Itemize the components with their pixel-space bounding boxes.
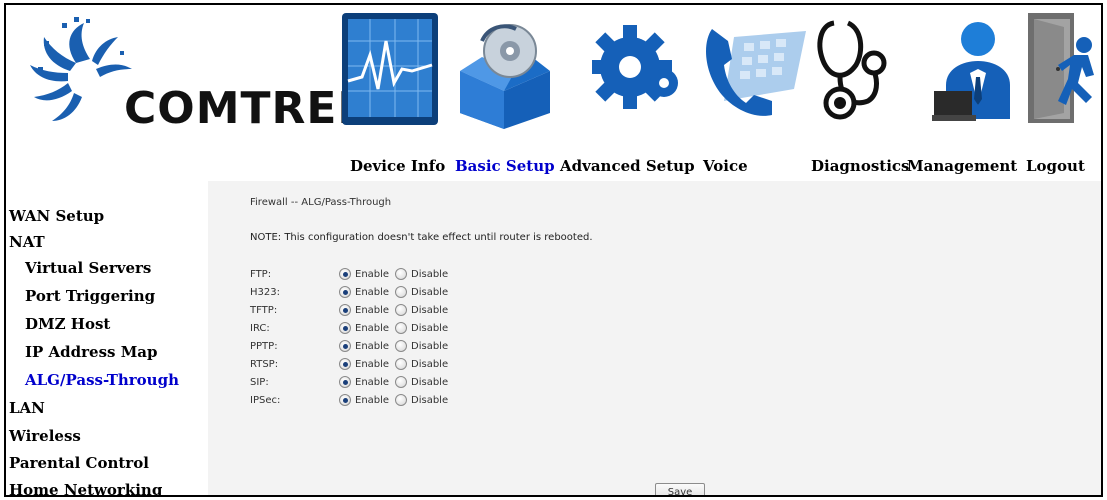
alg-row: IPSec: Enable Disable (250, 394, 650, 408)
disable-label: Disable (411, 395, 449, 406)
sidebar-item-dmz-host[interactable]: DMZ Host (25, 315, 110, 333)
disable-label: Disable (411, 377, 449, 388)
enable-radio[interactable] (339, 304, 351, 316)
enable-label: Enable (355, 359, 390, 370)
nav-logout[interactable]: Logout (1026, 157, 1085, 175)
logout-icon[interactable] (1024, 9, 1098, 127)
alg-row: H323: Enable Disable (250, 286, 650, 300)
reboot-note: NOTE: This configuration doesn't take ef… (250, 232, 593, 243)
alg-row: RTSP: Enable Disable (250, 358, 650, 372)
nav-advanced-setup[interactable]: Advanced Setup (560, 157, 695, 175)
device-info-icon[interactable] (340, 11, 442, 131)
sidebar-item-alg-pass-through[interactable]: ALG/Pass-Through (25, 371, 179, 389)
content-area: Firewall -- ALG/Pass-Through NOTE: This … (208, 181, 1101, 495)
enable-label: Enable (355, 341, 390, 352)
enable-label: Enable (355, 305, 390, 316)
enable-label: Enable (355, 287, 390, 298)
disable-label: Disable (411, 287, 449, 298)
disable-radio[interactable] (395, 376, 407, 388)
enable-radio[interactable] (339, 286, 351, 298)
nav-basic-setup[interactable]: Basic Setup (455, 157, 555, 175)
enable-label: Enable (355, 269, 390, 280)
disable-radio[interactable] (395, 322, 407, 334)
protocol-label: IRC: (250, 323, 270, 334)
protocol-label: TFTP: (250, 305, 278, 316)
disable-label: Disable (411, 341, 449, 352)
alg-row: TFTP: Enable Disable (250, 304, 650, 318)
sidebar-item-lan[interactable]: LAN (9, 399, 45, 417)
header: COMTREND Device Info Basic Setup Advance… (6, 5, 1101, 181)
sidebar-item-wan-setup[interactable]: WAN Setup (9, 207, 104, 225)
disable-label: Disable (411, 305, 449, 316)
nav-management[interactable]: Management (907, 157, 1017, 175)
sidebar-item-home-networking[interactable]: Home Networking (9, 481, 162, 495)
enable-label: Enable (355, 395, 390, 406)
disable-label: Disable (411, 323, 449, 334)
management-icon[interactable] (932, 19, 1016, 123)
protocol-label: IPSec: (250, 395, 281, 406)
nav-voice[interactable]: Voice (703, 157, 748, 175)
basic-setup-icon[interactable] (452, 21, 558, 129)
voice-icon[interactable] (698, 23, 808, 121)
nav-device-info[interactable]: Device Info (350, 157, 445, 175)
protocol-label: H323: (250, 287, 280, 298)
enable-label: Enable (355, 377, 390, 388)
disable-label: Disable (411, 359, 449, 370)
sidebar: WAN Setup NAT Virtual Servers Port Trigg… (6, 181, 208, 495)
nav-diagnostics[interactable]: Diagnostics (811, 157, 909, 175)
enable-label: Enable (355, 323, 390, 334)
main-nav: Device Info Basic Setup Advanced Setup V… (6, 157, 1101, 181)
enable-radio[interactable] (339, 394, 351, 406)
diagnostics-icon[interactable] (812, 15, 892, 125)
sidebar-item-port-triggering[interactable]: Port Triggering (25, 287, 155, 305)
disable-radio[interactable] (395, 358, 407, 370)
disable-radio[interactable] (395, 304, 407, 316)
alg-row: FTP: Enable Disable (250, 268, 650, 282)
disable-radio[interactable] (395, 268, 407, 280)
alg-row: PPTP: Enable Disable (250, 340, 650, 354)
sidebar-item-wireless[interactable]: Wireless (9, 427, 81, 445)
advanced-setup-icon[interactable] (592, 17, 682, 117)
protocol-label: FTP: (250, 269, 272, 280)
sidebar-item-parental-control[interactable]: Parental Control (9, 454, 149, 472)
alg-row: SIP: Enable Disable (250, 376, 650, 390)
disable-radio[interactable] (395, 340, 407, 352)
enable-radio[interactable] (339, 376, 351, 388)
disable-radio[interactable] (395, 394, 407, 406)
nav-icon-bar (6, 5, 1101, 181)
enable-radio[interactable] (339, 358, 351, 370)
sidebar-item-virtual-servers[interactable]: Virtual Servers (25, 259, 151, 277)
sidebar-item-nat[interactable]: NAT (9, 233, 45, 251)
disable-label: Disable (411, 269, 449, 280)
protocol-label: SIP: (250, 377, 269, 388)
protocol-label: RTSP: (250, 359, 279, 370)
enable-radio[interactable] (339, 340, 351, 352)
enable-radio[interactable] (339, 322, 351, 334)
disable-radio[interactable] (395, 286, 407, 298)
page-title: Firewall -- ALG/Pass-Through (250, 197, 392, 208)
alg-row: IRC: Enable Disable (250, 322, 650, 336)
save-button[interactable]: Save (655, 483, 705, 495)
protocol-label: PPTP: (250, 341, 278, 352)
sidebar-item-ip-address-map[interactable]: IP Address Map (25, 343, 158, 361)
enable-radio[interactable] (339, 268, 351, 280)
router-admin-window: COMTREND Device Info Basic Setup Advance… (4, 3, 1103, 497)
